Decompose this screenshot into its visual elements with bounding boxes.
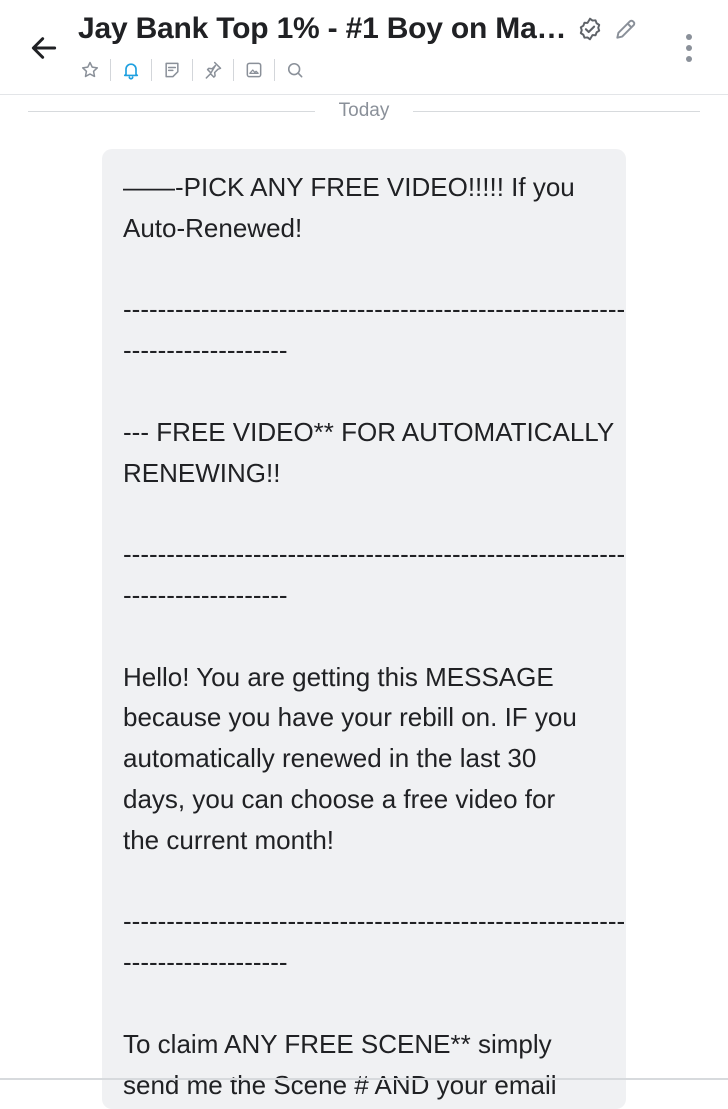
message-line: ------------------- xyxy=(123,335,288,366)
toolbar-divider xyxy=(192,59,193,81)
message-line: days, you can choose a free video for xyxy=(123,783,556,814)
message-line: ----------------------------------------… xyxy=(123,294,626,325)
message-line: To claim ANY FREE SCENE** simply xyxy=(123,1028,552,1059)
message-line: --- FREE VIDEO** FOR AUTOMATICALLY xyxy=(123,416,615,447)
pencil-icon[interactable] xyxy=(612,15,640,43)
chat-toolbar xyxy=(76,56,309,84)
more-dot xyxy=(686,56,692,62)
message-line: RENEWING!! xyxy=(123,457,281,488)
message-line: ——-PICK ANY FREE VIDEO!!!!! If you xyxy=(123,172,575,202)
message-line xyxy=(123,983,606,1024)
toolbar-divider xyxy=(274,59,275,81)
media-icon[interactable] xyxy=(240,56,268,84)
message-line: ------------------- xyxy=(123,947,288,978)
message-bubble[interactable]: ——-PICK ANY FREE VIDEO!!!!! If you Auto-… xyxy=(102,149,626,1109)
toolbar-divider xyxy=(110,59,111,81)
arrow-left-icon xyxy=(31,37,57,59)
message-line: the current month! xyxy=(123,824,334,855)
verified-badge-icon xyxy=(576,15,604,43)
message-line xyxy=(123,493,606,534)
message-line: automatically renewed in the last 30 xyxy=(123,743,537,774)
message-line: ----------------------------------------… xyxy=(123,906,626,937)
message-line xyxy=(123,249,606,290)
toolbar-divider xyxy=(233,59,234,81)
chat-header: Jay Bank Top 1% - #1 Boy on Ma… xyxy=(0,0,728,95)
more-dot xyxy=(686,45,692,51)
divider-line xyxy=(28,110,315,112)
more-options-button[interactable] xyxy=(672,28,706,68)
back-button[interactable] xyxy=(22,26,66,70)
toolbar-divider xyxy=(151,59,152,81)
star-icon[interactable] xyxy=(76,56,104,84)
title-row: Jay Bank Top 1% - #1 Boy on Ma… xyxy=(78,10,640,48)
divider-line xyxy=(413,110,701,112)
date-divider: Today xyxy=(28,98,701,124)
pin-icon[interactable] xyxy=(199,56,227,84)
message-line: because you have your rebill on. IF you xyxy=(123,702,577,733)
message-line: ------------------- xyxy=(123,579,288,610)
message-line xyxy=(123,616,606,657)
chat-title[interactable]: Jay Bank Top 1% - #1 Boy on Ma… xyxy=(78,12,567,46)
message-line: Hello! You are getting this MESSAGE xyxy=(123,661,554,692)
message-line xyxy=(123,371,606,412)
bell-icon[interactable] xyxy=(117,56,145,84)
message-line: send me the Scene # AND your email xyxy=(123,1069,557,1100)
message-line: Auto-Renewed! xyxy=(123,212,303,243)
date-divider-label: Today xyxy=(338,100,390,121)
search-icon[interactable] xyxy=(281,56,309,84)
message-line xyxy=(123,861,606,902)
notes-icon[interactable] xyxy=(158,56,186,84)
message-line: ----------------------------------------… xyxy=(123,539,626,570)
more-dot xyxy=(686,34,692,40)
